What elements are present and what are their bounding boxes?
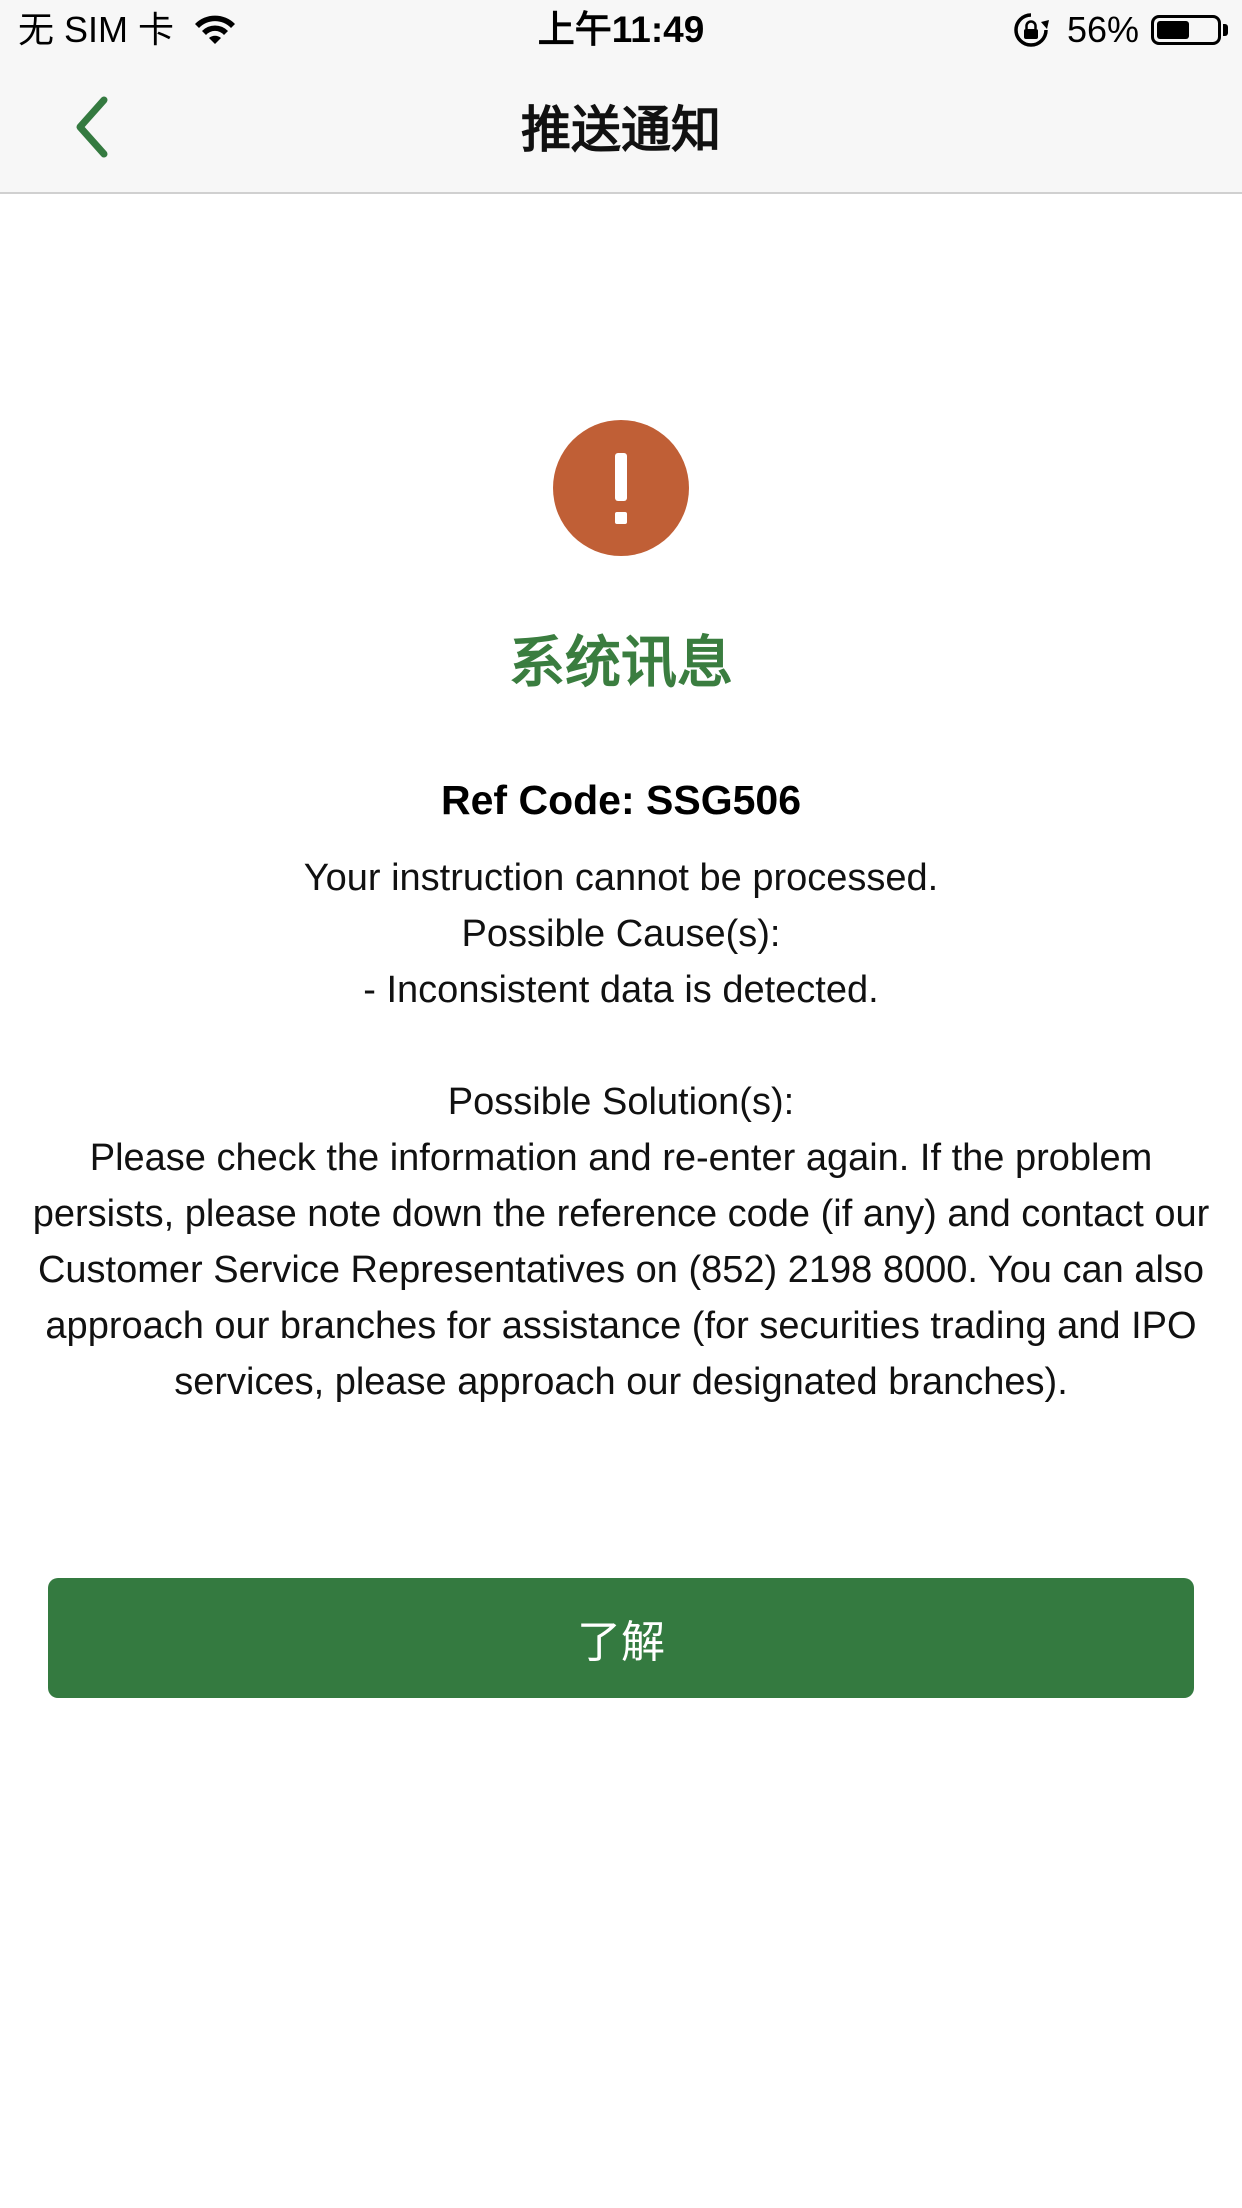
status-bar: 无 SIM 卡 上午11:49 56% (0, 0, 1242, 62)
ref-code: Ref Code: SSG506 (441, 777, 801, 823)
battery-icon (1151, 15, 1221, 45)
battery-percent: 56% (1066, 9, 1139, 50)
battery-tip (1223, 24, 1228, 36)
rotation-lock-icon (1014, 13, 1049, 47)
page-title: 推送通知 (521, 102, 721, 158)
message-body: Your instruction cannot be processed. Po… (32, 857, 1210, 1403)
exclamation-icon (553, 420, 689, 556)
status-right: 56% (1011, 8, 1228, 52)
nav-bar: 推送通知 (0, 62, 1242, 194)
message-title: 系统讯息 (509, 631, 733, 694)
acknowledge-button[interactable]: 了解 (48, 1578, 1194, 1698)
screen: 无 SIM 卡 上午11:49 56% 推送通知 系统讯息 Ref Code: … (0, 0, 1242, 2208)
battery-fill (1157, 21, 1189, 39)
